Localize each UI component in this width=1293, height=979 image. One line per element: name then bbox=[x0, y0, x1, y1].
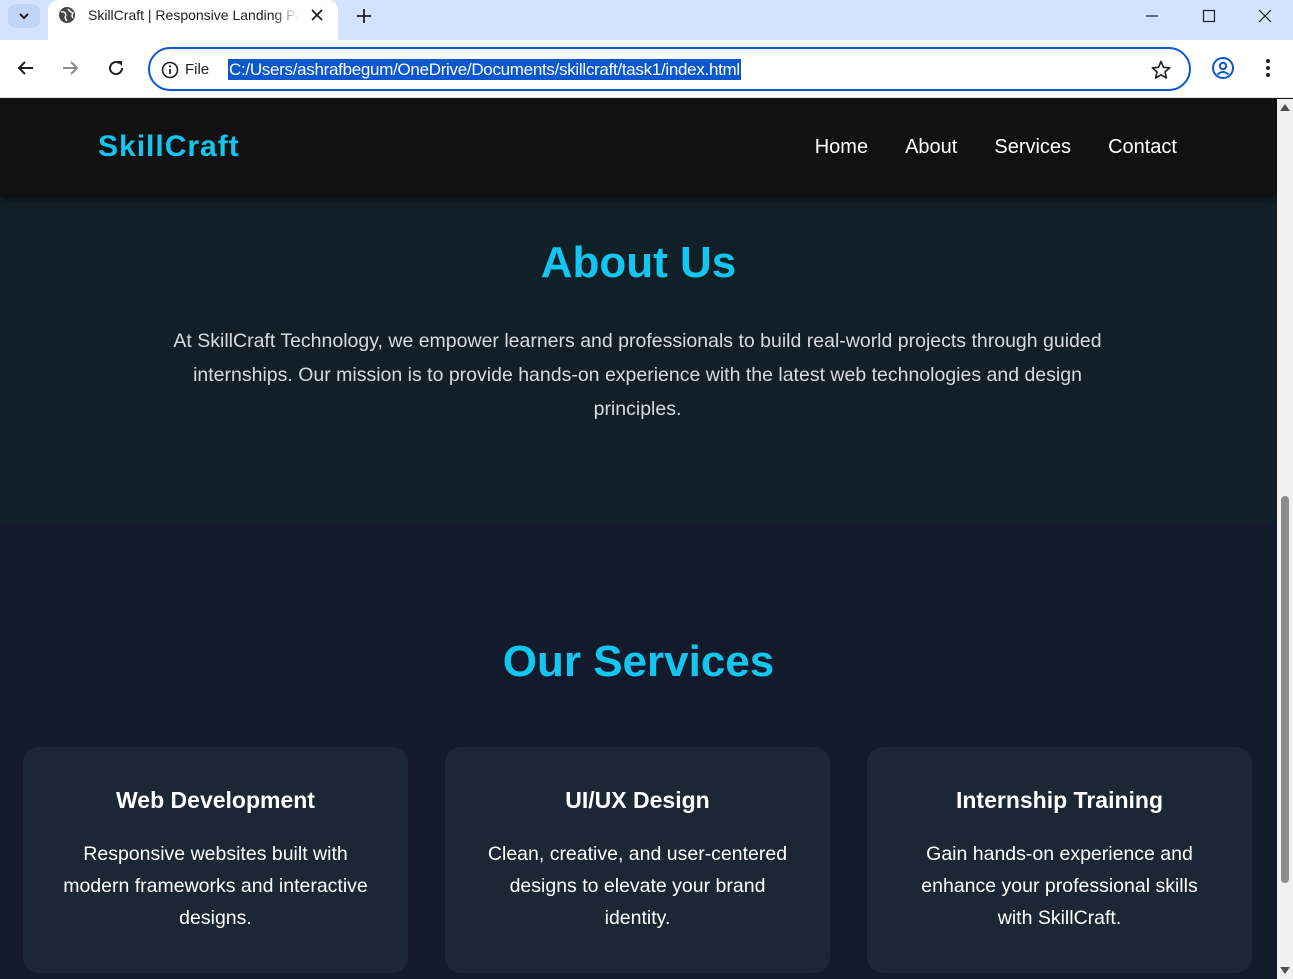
tab-title: SkillCraft | Responsive Landing Page bbox=[88, 7, 298, 23]
tab-close-button[interactable] bbox=[306, 4, 328, 26]
url-text[interactable]: C:/Users/ashrafbegum/OneDrive/Documents/… bbox=[228, 59, 741, 80]
about-title: About Us bbox=[540, 238, 737, 287]
reload-button[interactable] bbox=[101, 53, 131, 83]
service-card-desc: Responsive websites built with modern fr… bbox=[63, 843, 368, 929]
service-card-uiux-design: UI/UX Design Clean, creative, and user-c… bbox=[445, 747, 830, 973]
tab-search-button[interactable] bbox=[8, 4, 40, 28]
close-window-button[interactable] bbox=[1237, 0, 1293, 32]
page-scrollbar[interactable] bbox=[1277, 99, 1293, 979]
plus-icon bbox=[357, 9, 371, 23]
scroll-down-arrow-icon[interactable] bbox=[1280, 967, 1290, 974]
service-card-web-development: Web Development Responsive websites buil… bbox=[23, 747, 408, 973]
info-icon[interactable] bbox=[160, 60, 180, 80]
chevron-down-icon bbox=[19, 13, 29, 20]
tab-strip: SkillCraft | Responsive Landing Page bbox=[0, 0, 1293, 40]
service-card-desc: Gain hands-on experience and enhance you… bbox=[921, 843, 1198, 929]
forward-button[interactable] bbox=[55, 53, 85, 83]
services-section: Our Services Web Development Responsive … bbox=[0, 525, 1277, 979]
minimize-icon bbox=[1146, 15, 1158, 17]
close-icon bbox=[1258, 9, 1272, 23]
service-card-title: Internship Training bbox=[955, 787, 1163, 813]
star-icon[interactable] bbox=[1150, 59, 1172, 81]
nav-link-about[interactable]: About bbox=[905, 136, 957, 159]
services-title: Our Services bbox=[502, 637, 775, 686]
nav-link-home[interactable]: Home bbox=[815, 136, 868, 159]
site-nav: Home About Services Contact bbox=[815, 136, 1177, 159]
maximize-button[interactable] bbox=[1181, 0, 1237, 32]
browser-toolbar: File C:/Users/ashrafbegum/OneDrive/Docum… bbox=[0, 40, 1293, 98]
nav-link-contact[interactable]: Contact bbox=[1108, 136, 1177, 159]
address-bar[interactable]: File C:/Users/ashrafbegum/OneDrive/Docum… bbox=[148, 47, 1191, 91]
service-card-internship-training: Internship Training Gain hands-on experi… bbox=[867, 747, 1252, 973]
back-arrow-icon bbox=[17, 61, 33, 75]
back-button[interactable] bbox=[11, 53, 41, 83]
site-header: SkillCraft Home About Services Contact bbox=[0, 99, 1277, 196]
browser-menu-button[interactable] bbox=[1258, 56, 1278, 80]
new-tab-button[interactable] bbox=[352, 4, 376, 28]
service-card-desc: Clean, creative, and user-centered desig… bbox=[487, 843, 788, 929]
globe-icon bbox=[59, 7, 75, 23]
scroll-up-arrow-icon[interactable] bbox=[1280, 104, 1290, 111]
profile-icon[interactable] bbox=[1211, 56, 1235, 80]
about-section: About Us At SkillCraft Technology, we em… bbox=[0, 196, 1277, 525]
reload-icon bbox=[109, 61, 124, 76]
site-logo[interactable]: SkillCraft bbox=[98, 130, 240, 164]
about-text: At SkillCraft Technology, we empower lea… bbox=[173, 330, 1102, 420]
service-card-title: UI/UX Design bbox=[565, 787, 710, 813]
service-cards: Web Development Responsive websites buil… bbox=[23, 747, 1252, 973]
service-card-title: Web Development bbox=[116, 787, 315, 813]
kebab-menu-icon bbox=[1266, 59, 1270, 77]
forward-arrow-icon bbox=[63, 61, 79, 75]
scrollbar-thumb[interactable] bbox=[1281, 496, 1289, 883]
minimize-button[interactable] bbox=[1124, 0, 1180, 32]
close-icon bbox=[311, 9, 323, 21]
maximize-icon bbox=[1202, 9, 1216, 23]
page-viewport: SkillCraft Home About Services Contact A… bbox=[0, 99, 1277, 979]
nav-link-services[interactable]: Services bbox=[994, 136, 1071, 159]
scheme-label: File bbox=[185, 61, 210, 78]
browser-tab[interactable]: SkillCraft | Responsive Landing Page bbox=[48, 0, 338, 40]
